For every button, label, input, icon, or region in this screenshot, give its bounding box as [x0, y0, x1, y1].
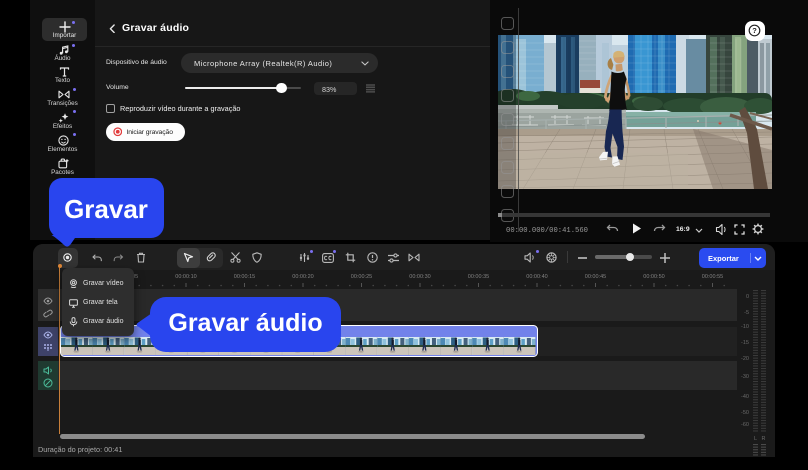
svg-text:L: L — [754, 436, 757, 442]
svg-text:0: 0 — [746, 294, 749, 300]
svg-text:-10: -10 — [741, 324, 749, 330]
svg-text:-30: -30 — [741, 374, 749, 380]
svg-text:-60: -60 — [741, 422, 749, 428]
svg-text:-15: -15 — [741, 340, 749, 346]
svg-text:-20: -20 — [741, 356, 749, 362]
svg-text:?: ? — [752, 26, 757, 35]
svg-text:-40: -40 — [741, 394, 749, 400]
svg-text:R: R — [762, 436, 766, 442]
svg-text:-50: -50 — [741, 410, 749, 416]
svg-text:-5: -5 — [744, 310, 749, 316]
